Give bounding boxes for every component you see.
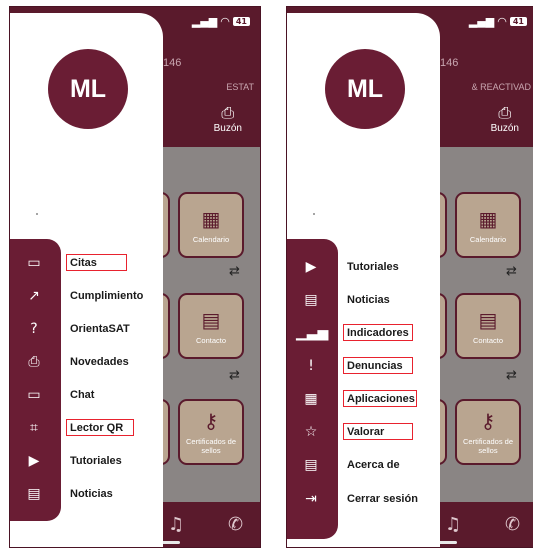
header-status: ESTAT <box>226 82 254 92</box>
tile-calendario[interactable]: ▦ Calendario <box>178 192 244 258</box>
swap-icon[interactable]: ⇄ <box>506 264 517 279</box>
menu-item-acerca-de[interactable]: ▤ Acerca de <box>287 453 437 477</box>
phone-icon[interactable]: ✆ <box>228 514 243 535</box>
calendar-icon: ▦ <box>201 206 221 231</box>
star-icon: ☆ <box>304 424 318 440</box>
wifi-icon: ◠ <box>220 15 230 28</box>
mailbox-icon: ⎙ <box>221 103 235 122</box>
calendar-icon: ▭ <box>27 255 41 271</box>
tile-label: Certificados de sellos <box>185 437 237 455</box>
apps-grid-icon: ▦ <box>304 391 318 407</box>
news-icon: ▤ <box>304 292 318 308</box>
help-circle-icon: ? <box>30 321 38 337</box>
header-status: & REACTIVAD <box>471 82 531 92</box>
menu-item-label: Noticias <box>347 294 390 306</box>
highlight-box <box>66 254 127 271</box>
buzon-button[interactable]: ⎙ Buzón <box>491 103 519 134</box>
menu-item-cerrar-sesion[interactable]: ⇥ Cerrar sesión <box>287 487 437 511</box>
menu-item-orientasat[interactable]: ? OrientaSAT <box>10 317 160 341</box>
menu-item-cumplimiento[interactable]: ↗ Cumplimiento <box>10 284 160 308</box>
contact-card-icon: ▤ <box>201 307 221 332</box>
highlight-box <box>343 390 417 407</box>
highlight-box <box>343 324 413 341</box>
tile-label: Calendario <box>469 234 507 244</box>
alert-circle-icon: ! <box>308 358 314 374</box>
buzon-label: Buzón <box>213 123 242 134</box>
menu-item-tutoriales[interactable]: ▶ Tutoriales <box>287 255 437 279</box>
tile-calendario[interactable]: ▦ Calendario <box>455 192 521 258</box>
menu-item-label: Noticias <box>70 488 113 500</box>
menu-item-label: Tutoriales <box>347 261 399 273</box>
key-icon: ⚷ <box>203 409 219 433</box>
contact-card-icon: ▤ <box>478 307 498 332</box>
battery-icon: 41 <box>509 17 527 26</box>
menu-item-label: Chat <box>70 389 95 401</box>
menu-item-novedades[interactable]: ⎙ Novedades <box>10 350 160 374</box>
key-icon: ⚷ <box>480 409 496 433</box>
signal-icon: ▂▄▆ <box>468 15 495 28</box>
menu-item-label: Tutoriales <box>70 455 122 467</box>
navigation-drawer: ML ▭ Citas ↗ Cumplimiento ? OrientaSAT ⎙… <box>10 13 163 547</box>
tile-contacto[interactable]: ▤ Contacto <box>455 293 521 359</box>
status-bar: ▂▄▆ ◠ 41 <box>192 15 250 28</box>
calendar-icon: ▦ <box>478 206 498 231</box>
buzon-label: Buzón <box>490 123 519 134</box>
tile-contacto[interactable]: ▤ Contacto <box>178 293 244 359</box>
menu-item-chat[interactable]: ▭ Chat <box>10 383 160 407</box>
buzon-button[interactable]: ⎙ Buzón <box>214 103 242 134</box>
menu-item-label: Acerca de <box>347 459 400 471</box>
highlight-box <box>343 423 413 440</box>
tile-label: Contacto <box>195 335 227 345</box>
tile-certificados[interactable]: ⚷ Certificados de sellos <box>455 399 521 465</box>
menu-item-noticias[interactable]: ▤ Noticias <box>287 288 437 312</box>
menu-icon-rail <box>10 239 61 521</box>
status-bar: ▂▄▆ ◠ 41 <box>469 15 527 28</box>
menu-item-label: Cumplimiento <box>70 290 144 302</box>
tile-certificados[interactable]: ⚷ Certificados de sellos <box>178 399 244 465</box>
play-icon: ▶ <box>28 453 40 469</box>
signal-icon: ▂▄▆ <box>191 15 218 28</box>
highlight-box <box>66 419 134 436</box>
notification-bell-icon[interactable]: ♫ <box>445 514 461 535</box>
avatar: ML <box>48 49 128 129</box>
chat-icon: ▭ <box>27 387 41 403</box>
swap-icon[interactable]: ⇄ <box>229 368 240 383</box>
divider-dot <box>313 213 315 215</box>
left-phone-screen: ▂▄▆ ◠ 41 146 ESTAT ⎙ Buzón ▦ Calendario … <box>9 6 261 548</box>
avatar: ML <box>325 49 405 129</box>
battery-icon: 41 <box>232 17 250 26</box>
play-icon: ▶ <box>305 259 317 275</box>
menu-item-label: Cerrar sesión <box>347 493 418 505</box>
mailbox-icon: ⎙ <box>498 103 512 122</box>
news-icon: ▤ <box>27 486 41 502</box>
divider-dot <box>36 213 38 215</box>
notification-bell-icon[interactable]: ♫ <box>168 514 184 535</box>
highlight-box <box>343 357 413 374</box>
header-number: 146 <box>440 57 459 69</box>
menu-item-label: Novedades <box>70 356 129 368</box>
tile-label: Calendario <box>192 234 230 244</box>
wifi-icon: ◠ <box>497 15 507 28</box>
header-number: 146 <box>163 57 182 69</box>
menu-item-tutoriales[interactable]: ▶ Tutoriales <box>10 449 160 473</box>
external-link-icon: ↗ <box>28 288 40 304</box>
document-icon: ▤ <box>304 457 318 473</box>
navigation-drawer: ML ▶ Tutoriales ▤ Noticias ▁▃▅ Indicador… <box>287 13 440 547</box>
swap-icon[interactable]: ⇄ <box>229 264 240 279</box>
logout-icon: ⇥ <box>305 491 317 507</box>
right-phone-screen: ▂▄▆ ◠ 41 146 & REACTIVAD ⎙ Buzón ▦ Calen… <box>286 6 533 548</box>
megaphone-icon: ⎙ <box>28 354 40 370</box>
bar-chart-icon: ▁▃▅ <box>296 325 329 341</box>
qr-scan-icon: ⌗ <box>30 420 38 436</box>
tile-label: Contacto <box>472 335 504 345</box>
tile-label: Certificados de sellos <box>462 437 514 455</box>
menu-item-noticias[interactable]: ▤ Noticias <box>10 482 160 506</box>
phone-icon[interactable]: ✆ <box>505 514 520 535</box>
menu-item-label: OrientaSAT <box>70 323 130 335</box>
swap-icon[interactable]: ⇄ <box>506 368 517 383</box>
